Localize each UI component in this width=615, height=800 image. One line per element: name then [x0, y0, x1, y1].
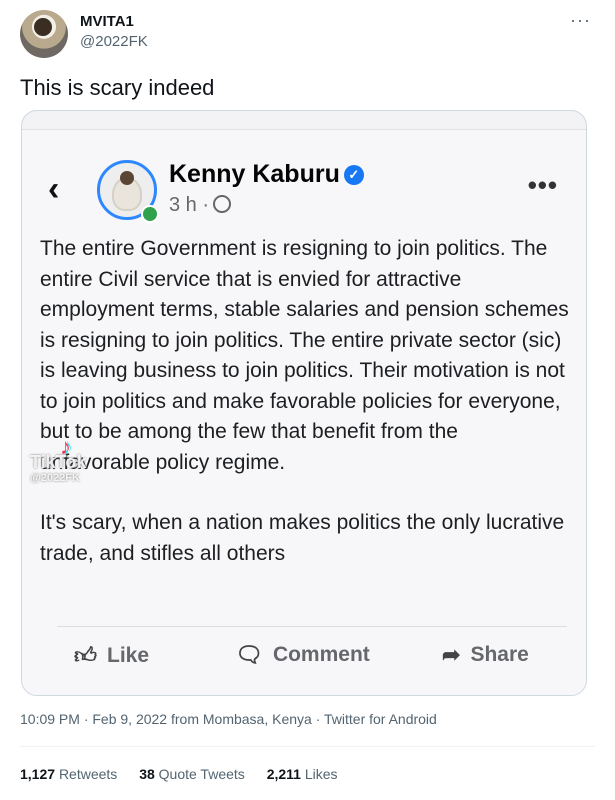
comment-label: Comment [272, 643, 370, 666]
post-time: 3 h · [169, 194, 232, 217]
retweets-stat[interactable]: 1,127 Retweets [20, 766, 117, 782]
post-paragraph-2: It's scary, when a nation makes politics… [40, 511, 565, 565]
quote-tweets-label: Quote Tweets [158, 766, 245, 782]
retweets-count: 1,127 [20, 766, 56, 782]
tiktok-watermark: ♪ TikTok @2022FK [30, 434, 120, 490]
post-time-text: 3 h · [169, 194, 210, 216]
author-avatar[interactable] [20, 10, 68, 58]
globe-icon [213, 195, 232, 213]
post-actions: 👍︎ Like 🗨︎ Comment ➦ Share [22, 642, 586, 682]
likes-count: 2,211 [266, 766, 301, 782]
more-options-icon[interactable]: ··· [570, 10, 591, 31]
share-arrow-icon: ➦ [442, 642, 461, 667]
tiktok-watermark-brand: TikTok [30, 452, 87, 472]
post-author-name-text: Kenny Kaburu [169, 160, 340, 188]
tiktok-watermark-user: @2022FK [30, 472, 80, 484]
tweet-stats: 1,127 Retweets 38 Quote Tweets 2,211 Lik… [20, 766, 356, 782]
post-author-name: Kenny Kaburu ✓ [169, 160, 364, 189]
post-body: The entire Government is resigning to jo… [40, 234, 570, 569]
thumbs-up-icon: 👍︎ [74, 643, 97, 668]
author-handle[interactable]: @2022FK [80, 33, 148, 50]
quote-tweets-count: 38 [139, 766, 155, 782]
post-divider [57, 626, 567, 627]
likes-label: Likes [304, 766, 338, 782]
post-more-icon: ••• [527, 170, 558, 200]
retweets-label: Retweets [58, 766, 118, 782]
like-label: Like [107, 643, 150, 667]
back-arrow-icon: ‹ [48, 170, 60, 208]
like-action: 👍︎ Like [74, 642, 149, 669]
tweet-media-image[interactable]: ‹ Kenny Kaburu ✓ 3 h · ••• The entire Gov… [21, 110, 587, 696]
author-display-name[interactable]: MVITA1 [80, 13, 134, 30]
online-status-dot [141, 205, 159, 223]
quote-tweets-stat[interactable]: 38 Quote Tweets [139, 766, 245, 782]
facebook-post-screenshot: ‹ Kenny Kaburu ✓ 3 h · ••• The entire Gov… [22, 129, 586, 695]
tweet-text: This is scary indeed [20, 75, 215, 100]
tweet-header: MVITA1 @2022FK ··· [20, 10, 595, 60]
share-action: ➦ Share [442, 642, 529, 668]
share-label: Share [470, 643, 529, 666]
verified-badge-icon: ✓ [343, 165, 364, 185]
likes-stat[interactable]: 2,211 Likes [267, 766, 338, 782]
comment-bubble-icon: 🗨︎ [235, 642, 263, 667]
comment-action: 🗨︎ Comment [235, 642, 370, 668]
tweet-timestamp[interactable]: 10:09 PM · Feb 9, 2022 from Mombasa, Ken… [20, 711, 437, 727]
divider [20, 746, 595, 747]
